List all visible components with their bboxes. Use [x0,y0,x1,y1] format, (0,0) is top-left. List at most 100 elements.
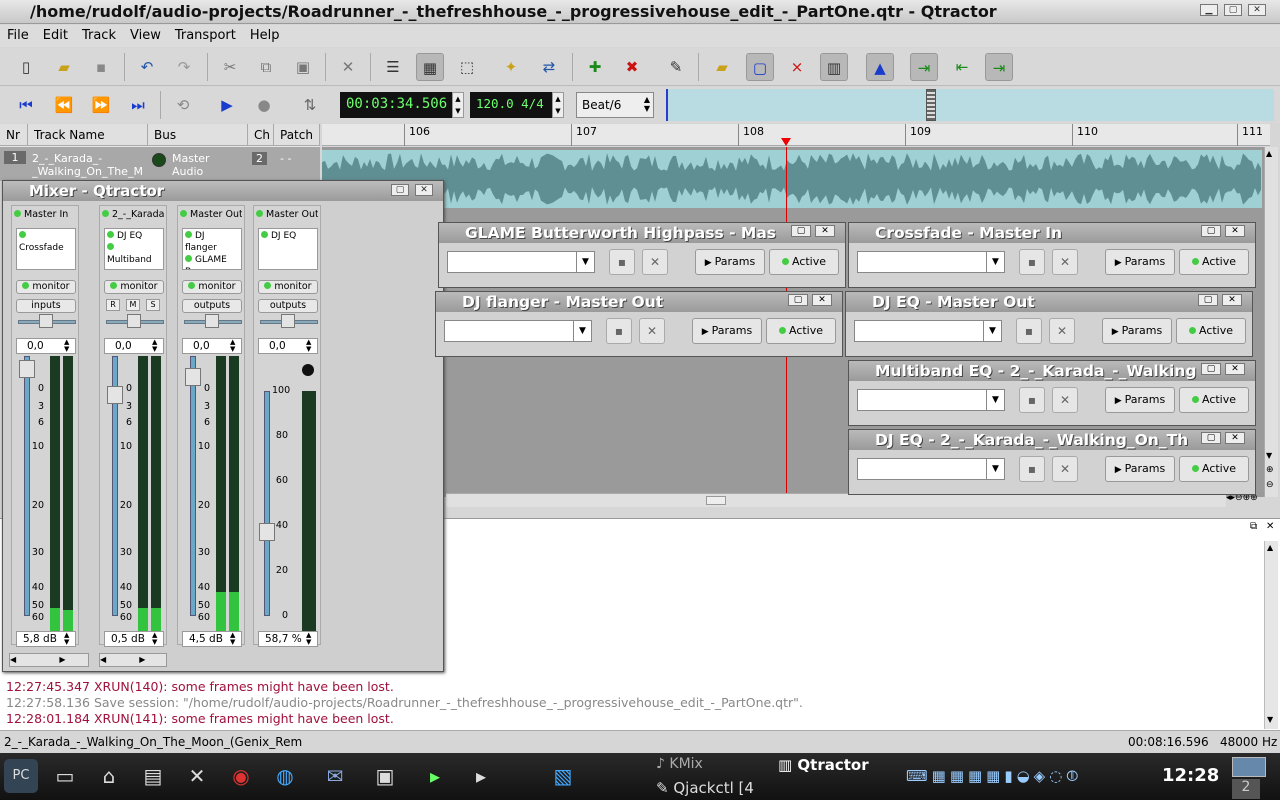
pan-slider[interactable] [18,314,76,328]
plugin-close-icon[interactable]: ✕ [1222,294,1242,306]
follow-playhead-icon[interactable]: ⇥ [910,53,938,81]
tempo-display[interactable]: 120.0 4/4 [470,92,552,118]
pan-handle[interactable] [39,314,53,328]
plugin-maximize-icon[interactable]: ▢ [791,225,811,237]
pan-handle[interactable] [205,314,219,328]
params-button[interactable]: ▶ Params [1102,318,1172,344]
inputs-hscroll[interactable]: ◀ ▶ [9,653,89,667]
delete-icon[interactable]: ✕ [334,53,362,81]
strip-plugin-list[interactable]: DJ flangerGLAME Bu [182,228,242,270]
menu-edit[interactable]: Edit [36,25,75,43]
plugin-maximize-icon[interactable]: ▢ [1198,294,1218,306]
file-manager-icon[interactable]: ▤ [136,759,170,793]
delete-preset-icon[interactable]: ✕ [1049,318,1075,344]
monitor-button[interactable]: monitor [182,280,242,294]
browser-icon[interactable]: ◍ [268,759,302,793]
gain-fader-track[interactable] [264,391,270,616]
terminal-icon[interactable]: ▸ [418,759,452,793]
close-pane-icon[interactable]: ✕ [1266,521,1274,532]
chevron-down-icon[interactable]: ▼ [983,321,1001,341]
active-button[interactable]: Active [1179,249,1249,275]
rms-button[interactable]: S [146,299,160,311]
close-icon[interactable]: ✕ [1248,4,1266,16]
monitor-button[interactable]: monitor [16,280,76,294]
chevron-down-icon[interactable]: ▼ [573,321,591,341]
strip-plugin-item[interactable]: Multiband [107,242,161,266]
mixer-maximize-icon[interactable]: ▢ [391,184,409,196]
save-preset-icon[interactable]: ▪ [1019,456,1045,482]
open-file-icon[interactable]: ▰ [50,53,78,81]
connections-icon[interactable]: ⨯ [783,53,811,81]
plugin-maximize-icon[interactable]: ▢ [788,294,808,306]
delete-preset-icon[interactable]: ✕ [1052,456,1078,482]
copy-icon[interactable]: ⧉ [252,53,280,81]
loop-icon[interactable]: ⟲ [169,91,197,119]
chevron-down-icon[interactable]: ▼ [986,459,1004,479]
strip-plugin-item[interactable]: Crossfade [19,230,73,254]
gain-spinner-icon[interactable]: ▲ ▼ [230,632,235,646]
chevron-down-icon[interactable]: ▼ [576,252,594,272]
pan-slider[interactable] [184,314,242,328]
messages-vscroll[interactable]: ▲ ▼ [1264,541,1278,729]
files-icon[interactable]: ▰ [708,53,736,81]
cut-icon[interactable]: ✂ [216,53,244,81]
active-button[interactable]: Active [766,318,836,344]
delete-preset-icon[interactable]: ✕ [639,318,665,344]
desktop-icon[interactable]: ▭ [48,759,82,793]
active-button[interactable]: Active [1179,456,1249,482]
pc-menu-icon[interactable]: PC [4,759,38,793]
menu-transport[interactable]: Transport [168,25,243,43]
delete-preset-icon[interactable]: ✕ [1052,387,1078,413]
record-icon[interactable]: ● [250,91,278,119]
tools-icon[interactable]: ✕ [180,759,214,793]
mixer-close-icon[interactable]: ✕ [415,184,433,196]
params-button[interactable]: ▶ Params [1105,387,1175,413]
goto-start-icon[interactable]: ⏮ [12,91,40,119]
save-preset-icon[interactable]: ▪ [606,318,632,344]
time-display[interactable]: 00:03:34.506 [340,92,452,118]
rewind-icon[interactable]: ⏪ [50,91,78,119]
params-button[interactable]: ▶ Params [695,249,765,275]
preset-combo[interactable]: ▼ [444,320,592,342]
pan-handle[interactable] [127,314,141,328]
track-row[interactable]: 1 2_-_Karada_-_Walking_On_The_M Master A… [0,147,320,181]
audio-clip-waveform[interactable] [322,150,1262,208]
tempo-spinner[interactable]: ▲ ▼ [552,92,564,118]
select-rect-icon[interactable]: ⬚ [453,53,481,81]
save-preset-icon[interactable]: ▪ [609,249,635,275]
playhead-marker-icon[interactable] [781,138,791,146]
gain-spinner-icon[interactable]: ▲ ▼ [64,632,69,646]
minimize-icon[interactable]: ▁ [1200,4,1218,16]
home-icon[interactable]: ⌂ [92,759,126,793]
strip-plugin-list[interactable]: DJ EQ [258,228,318,270]
taskbar-kmix[interactable]: ♪ KMix [656,756,703,772]
system-tray[interactable]: ⌨▦▦▦▦▮◒◈◌⦷ [906,767,1082,785]
rms-button[interactable]: M [126,299,140,311]
strip-plugin-list[interactable]: DJ EQ Multiband [104,228,164,270]
chevron-down-icon[interactable]: ▼ [986,252,1004,272]
add-track-icon[interactable]: ✚ [581,53,609,81]
strip-plugin-list[interactable]: Crossfade [16,228,76,270]
preset-combo[interactable]: ▼ [447,251,595,273]
audio-app-icon[interactable]: ◉ [224,759,258,793]
playhead-overview-marker[interactable] [926,89,936,121]
session-overview[interactable] [666,89,1274,121]
menu-view[interactable]: View [123,25,168,43]
strip-plugin-item[interactable]: GLAME Bu [185,254,239,269]
timeline-ruler[interactable]: 106 107 108 109 110 111 [322,124,1270,146]
active-button[interactable]: Active [1179,387,1249,413]
menu-file[interactable]: File [0,25,36,43]
terminal2-icon[interactable]: ▸ [464,759,498,793]
pan-slider[interactable] [260,314,318,328]
menu-help[interactable]: Help [243,25,287,43]
strip-plugin-item[interactable]: DJ EQ [107,230,161,242]
piano-icon[interactable]: ▥ [820,53,848,81]
redo-range-icon[interactable]: ⇄ [535,53,563,81]
taskbar-qjackctl[interactable]: ✎ Qjackctl [4 [656,779,754,797]
plugin-close-icon[interactable]: ✕ [1225,432,1245,444]
pan-spinner-icon[interactable]: ▲ ▼ [64,339,69,353]
track-view-hscroll[interactable] [446,493,1226,507]
maximize-icon[interactable]: ▢ [1224,4,1242,16]
taskbar-qtractor[interactable]: ▥ Qtractor [778,756,869,774]
undo-icon[interactable]: ↶ [133,53,161,81]
